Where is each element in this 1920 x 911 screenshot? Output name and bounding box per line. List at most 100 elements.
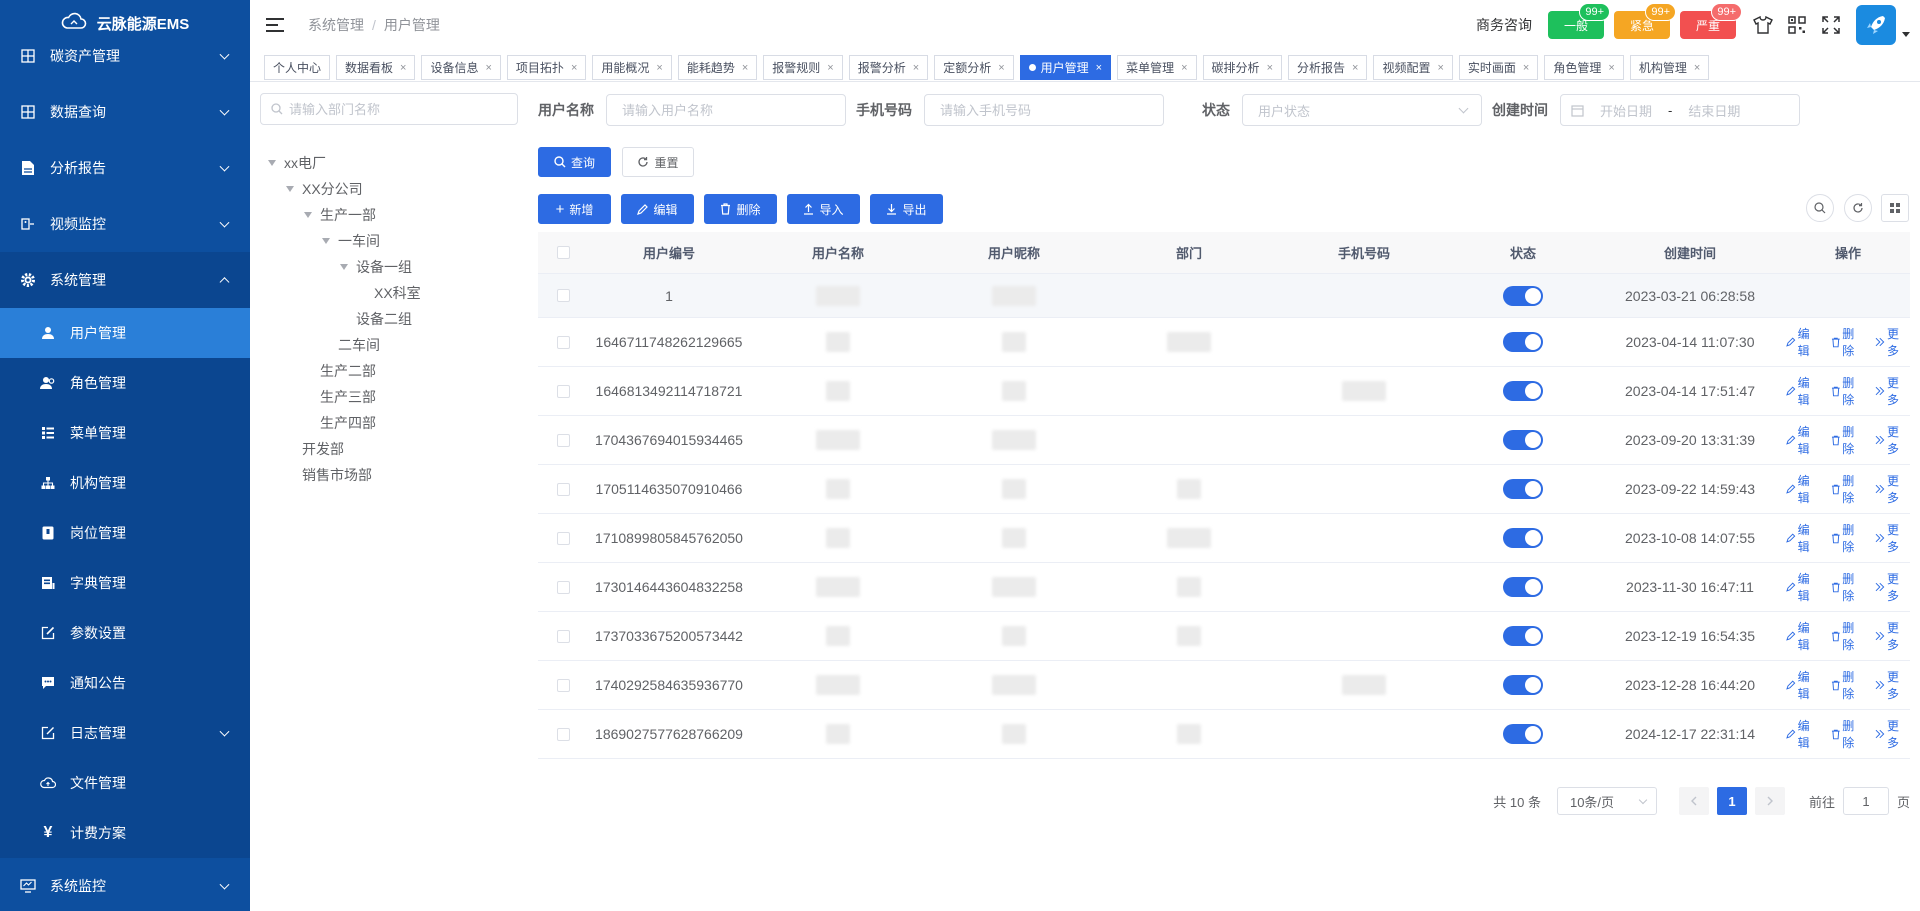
tab-4[interactable]: 用能概况 × <box>592 55 672 80</box>
dept-search-field[interactable] <box>289 101 509 117</box>
tab-13[interactable]: 视频配置 × <box>1373 55 1453 80</box>
tab-12[interactable]: 分析报告 × <box>1288 55 1368 80</box>
date-range-picker[interactable]: 开始日期 - 结束日期 <box>1560 94 1800 126</box>
caret-down-icon[interactable] <box>286 186 294 192</box>
tab-6[interactable]: 报警规则 × <box>763 55 843 80</box>
tab-3[interactable]: 项目拓扑 × <box>506 55 587 80</box>
row-more-button[interactable]: 更多 <box>1875 472 1910 506</box>
col-dept[interactable]: 部门 <box>1102 232 1276 273</box>
tab-15[interactable]: 角色管理 × <box>1544 55 1624 80</box>
row-edit-button[interactable]: 编辑 <box>1786 619 1821 653</box>
close-icon[interactable]: × <box>1437 62 1443 74</box>
row-checkbox[interactable] <box>556 580 570 594</box>
sidebar-item-org-mgmt[interactable]: 机构管理 <box>0 458 250 508</box>
row-more-button[interactable]: 更多 <box>1875 619 1910 653</box>
caret-down-icon[interactable] <box>304 212 312 218</box>
close-icon[interactable]: × <box>400 62 406 74</box>
sidebar-item-role-mgmt[interactable]: 角色管理 <box>0 358 250 408</box>
row-more-button[interactable]: 更多 <box>1875 521 1910 555</box>
reset-button[interactable]: 重置 <box>622 147 694 177</box>
add-button[interactable]: + 新增 <box>538 194 611 224</box>
row-edit-button[interactable]: 编辑 <box>1786 325 1821 359</box>
tree-node[interactable]: 生产一部 <box>268 202 518 228</box>
row-more-button[interactable]: 更多 <box>1875 570 1910 604</box>
close-icon[interactable]: × <box>1096 62 1102 74</box>
status-switch[interactable] <box>1503 675 1543 695</box>
row-checkbox[interactable] <box>556 335 570 349</box>
caret-down-icon[interactable] <box>268 160 276 166</box>
sidebar-item-reports[interactable]: 分析报告 <box>0 140 250 196</box>
row-delete-button[interactable]: 删除 <box>1831 374 1866 408</box>
tab-2[interactable]: 设备信息 × <box>421 55 501 80</box>
row-checkbox[interactable] <box>556 289 570 302</box>
select-all-checkbox[interactable] <box>556 246 570 259</box>
row-more-button[interactable]: 更多 <box>1875 325 1910 359</box>
sidebar-item-menu-mgmt[interactable]: 菜单管理 <box>0 408 250 458</box>
export-button[interactable]: 导出 <box>870 194 943 224</box>
col-user-id[interactable]: 用户编号 <box>588 232 750 273</box>
status-switch[interactable] <box>1503 332 1543 352</box>
columns-button[interactable] <box>1881 194 1909 222</box>
page-number-current[interactable]: 1 <box>1716 787 1747 815</box>
tab-11[interactable]: 碳排分析 × <box>1202 55 1282 80</box>
status-select[interactable]: 用户状态 <box>1242 94 1482 126</box>
hamburger-icon[interactable] <box>266 18 284 32</box>
toggle-search-button[interactable] <box>1806 194 1834 222</box>
row-edit-button[interactable]: 编辑 <box>1786 374 1821 408</box>
breadcrumb-item[interactable]: 系统管理 <box>308 17 364 33</box>
close-icon[interactable]: × <box>742 62 748 74</box>
row-checkbox[interactable] <box>556 482 570 496</box>
tab-7[interactable]: 报警分析 × <box>848 55 929 80</box>
close-icon[interactable]: × <box>571 62 577 74</box>
close-icon[interactable]: × <box>1608 62 1614 74</box>
row-delete-button[interactable]: 删除 <box>1831 521 1866 555</box>
theme-shirt-icon[interactable] <box>1752 14 1774 36</box>
sidebar-item-notices[interactable]: 通知公告 <box>0 658 250 708</box>
tree-node[interactable]: 设备一组 <box>268 254 518 280</box>
row-edit-button[interactable]: 编辑 <box>1786 570 1821 604</box>
caret-down-icon[interactable] <box>322 238 330 244</box>
col-created[interactable]: 创建时间 <box>1594 232 1786 273</box>
tree-node[interactable]: 设备二组 <box>268 306 518 332</box>
row-checkbox[interactable] <box>556 531 570 545</box>
phone-input[interactable] <box>940 102 1148 118</box>
tab-1[interactable]: 数据看板 × <box>336 55 416 80</box>
status-switch[interactable] <box>1503 381 1543 401</box>
row-delete-button[interactable]: 删除 <box>1831 325 1866 359</box>
status-switch[interactable] <box>1503 528 1543 548</box>
row-more-button[interactable]: 更多 <box>1875 717 1910 751</box>
alarm-urgent-button[interactable]: 紧急 99+ <box>1614 3 1676 39</box>
row-more-button[interactable]: 更多 <box>1875 423 1910 457</box>
row-checkbox[interactable] <box>556 433 570 447</box>
tree-node[interactable]: 一车间 <box>268 228 518 254</box>
status-switch[interactable] <box>1503 626 1543 646</box>
row-delete-button[interactable]: 删除 <box>1831 619 1866 653</box>
import-button[interactable]: 导入 <box>787 194 860 224</box>
status-switch[interactable] <box>1503 285 1543 306</box>
tree-node[interactable]: XX分公司 <box>268 176 518 202</box>
tab-10[interactable]: 菜单管理 × <box>1117 55 1197 80</box>
tree-node[interactable]: 开发部 <box>268 436 518 462</box>
fullscreen-icon[interactable] <box>1820 14 1842 36</box>
sidebar-item-data-query[interactable]: 数据查询 <box>0 84 250 140</box>
row-edit-button[interactable]: 编辑 <box>1786 521 1821 555</box>
col-status[interactable]: 状态 <box>1452 232 1594 273</box>
sidebar-item-post-mgmt[interactable]: 岗位管理 <box>0 508 250 558</box>
row-edit-button[interactable]: 编辑 <box>1786 423 1821 457</box>
close-icon[interactable]: × <box>485 62 491 74</box>
caret-down-icon[interactable] <box>1902 31 1910 37</box>
row-checkbox[interactable] <box>556 384 570 398</box>
close-icon[interactable]: × <box>1181 62 1187 74</box>
row-edit-button[interactable]: 编辑 <box>1786 472 1821 506</box>
dept-search-input[interactable] <box>260 93 518 125</box>
next-page-button[interactable] <box>1754 787 1785 815</box>
sidebar-item-video[interactable]: 视频监控 <box>0 196 250 252</box>
username-input-box[interactable] <box>606 94 846 126</box>
row-more-button[interactable]: 更多 <box>1875 668 1910 702</box>
sidebar-item-files[interactable]: 文件管理 <box>0 758 250 808</box>
phone-input-box[interactable] <box>924 94 1164 126</box>
close-icon[interactable]: × <box>998 62 1004 74</box>
close-icon[interactable]: × <box>1694 62 1700 74</box>
tab-16[interactable]: 机构管理 × <box>1629 55 1710 80</box>
sidebar-item-dict-mgmt[interactable]: 字典管理 <box>0 558 250 608</box>
